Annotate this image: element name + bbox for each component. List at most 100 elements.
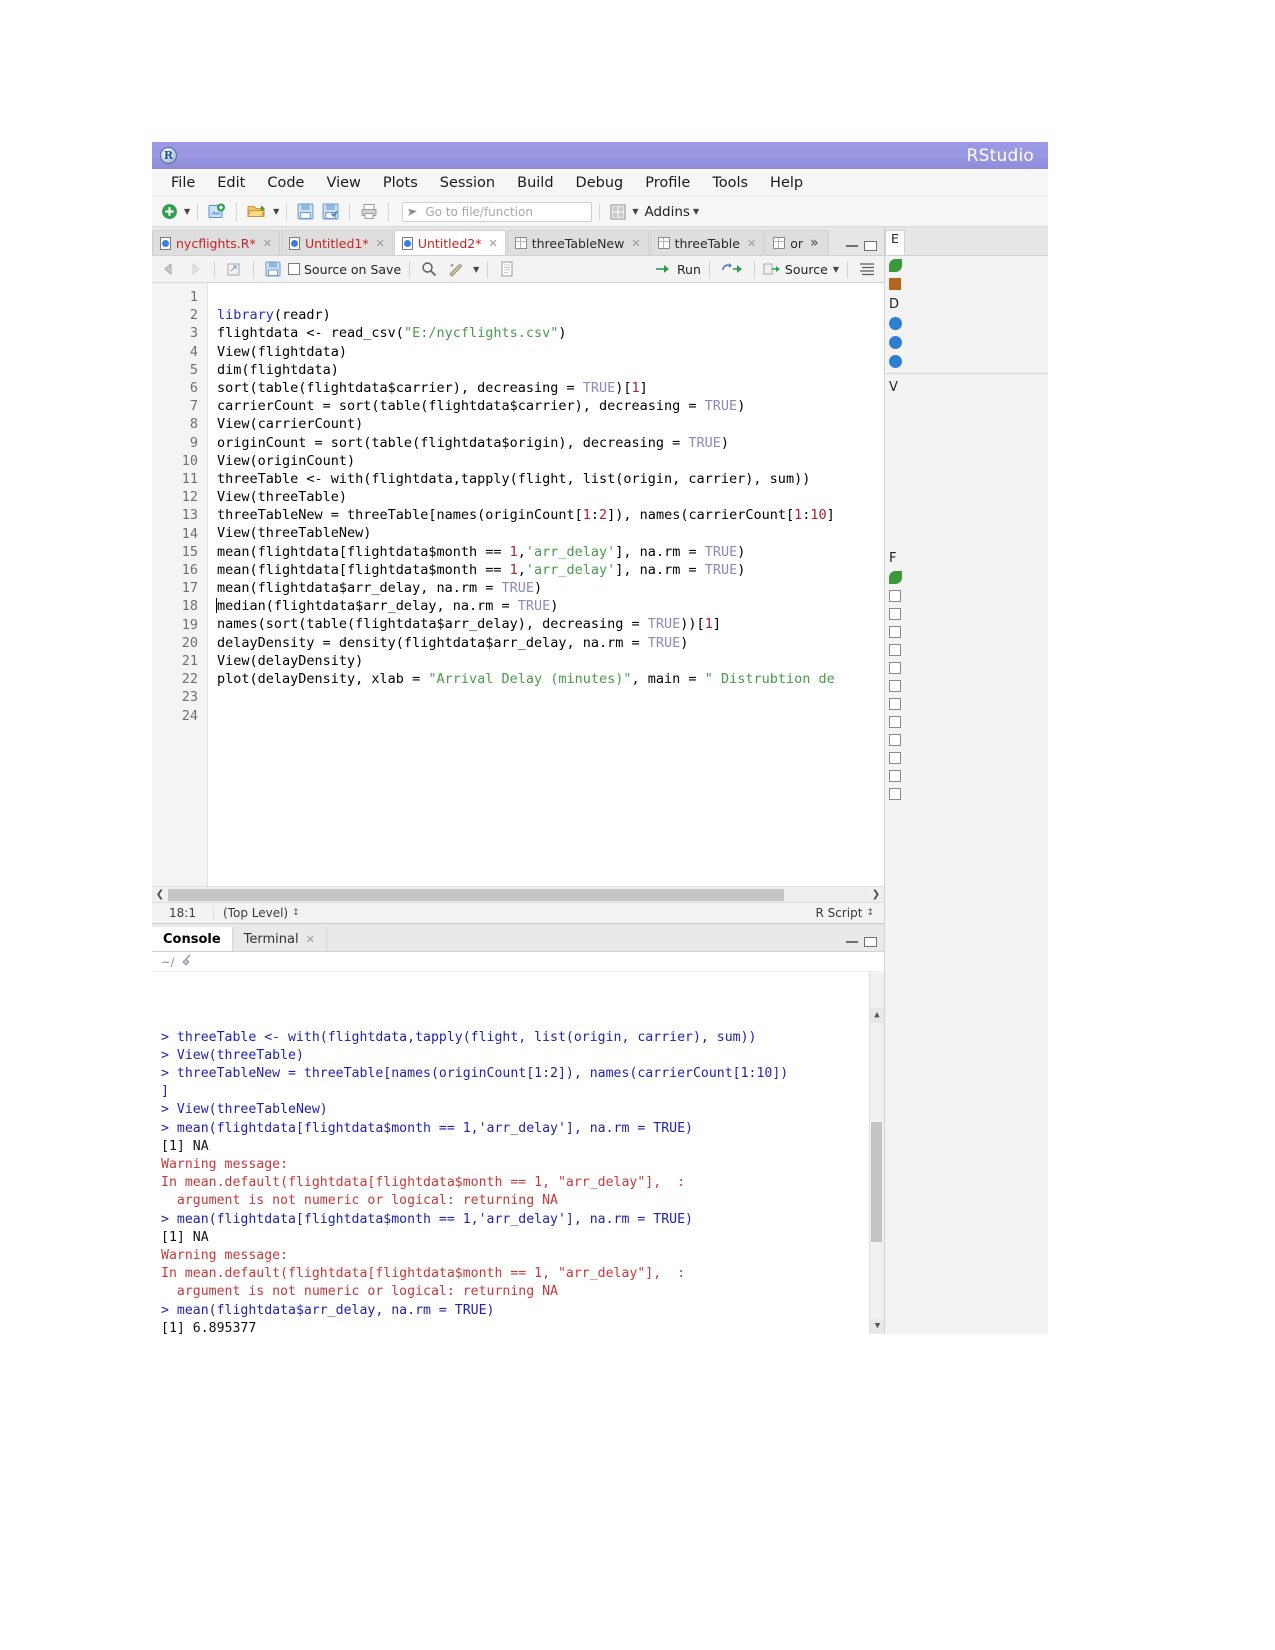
console-output[interactable]: ▲ ▼ > threeTable <- with(flightdata,tapp… [152, 972, 884, 1334]
code-line[interactable]: median(flightdata$arr_delay, na.rm = TRU… [217, 597, 884, 615]
code-line[interactable] [217, 688, 884, 706]
editor-tab-nycflights[interactable]: nycflights.R* ✕ [152, 230, 280, 255]
editor-tab-or[interactable]: or » [765, 230, 828, 255]
list-item[interactable] [885, 605, 1048, 623]
addins-caret-icon[interactable]: ▼ [693, 207, 699, 216]
tab-environment[interactable]: E [885, 230, 905, 255]
tab-terminal[interactable]: Terminal ✕ [233, 927, 327, 951]
back-arrow-icon[interactable] [158, 257, 180, 281]
maximize-pane-icon[interactable] [864, 937, 877, 947]
menu-debug[interactable]: Debug [565, 172, 635, 194]
compile-report-icon[interactable] [496, 257, 518, 281]
close-icon[interactable]: ✕ [631, 237, 640, 250]
broom-icon[interactable] [889, 259, 902, 272]
code-line[interactable]: plot(delayDensity, xlab = "Arrival Delay… [217, 670, 884, 688]
list-item[interactable] [885, 767, 1048, 785]
code-line[interactable]: sort(table(flightdata$carrier), decreasi… [217, 379, 884, 397]
scroll-thumb[interactable] [168, 889, 784, 901]
new-project-button[interactable] [205, 200, 229, 224]
show-in-new-window-icon[interactable] [223, 257, 245, 281]
menu-file[interactable]: File [160, 172, 206, 194]
editor-tab-threetable[interactable]: threeTable ✕ [650, 230, 765, 255]
code-line[interactable]: dim(flightdata) [217, 361, 884, 379]
goto-file-function-input[interactable]: Go to file/function [402, 202, 592, 222]
code-line[interactable] [217, 706, 884, 724]
editor-tab-untitled2[interactable]: Untitled2* ✕ [394, 230, 506, 255]
tab-console[interactable]: Console [152, 927, 233, 951]
menu-help[interactable]: Help [759, 172, 814, 194]
code-line[interactable]: threeTable <- with(flightdata,tapply(fli… [217, 470, 884, 488]
editor-tab-threetablenew[interactable]: threeTableNew ✕ [507, 230, 649, 255]
close-icon[interactable]: ✕ [747, 237, 756, 250]
close-icon[interactable]: ✕ [376, 237, 385, 250]
source-caret-icon[interactable]: ▼ [833, 265, 839, 274]
list-item[interactable] [885, 587, 1048, 605]
tab-overflow-icon[interactable]: » [808, 235, 821, 251]
list-item[interactable] [885, 623, 1048, 641]
rerun-icon[interactable] [718, 257, 746, 281]
new-file-dropdown-caret-icon[interactable]: ▼ [184, 207, 190, 216]
menu-build[interactable]: Build [506, 172, 564, 194]
code-text[interactable]: library(readr)flightdata <- read_csv("E:… [208, 283, 884, 886]
list-item[interactable] [885, 677, 1048, 695]
minimize-pane-icon[interactable] [846, 245, 858, 247]
forward-arrow-icon[interactable] [184, 257, 206, 281]
menu-plots[interactable]: Plots [372, 172, 429, 194]
code-line[interactable] [217, 288, 884, 306]
code-tools-caret-icon[interactable]: ▼ [473, 265, 479, 274]
scroll-thumb[interactable] [871, 1122, 882, 1242]
environment-item[interactable] [885, 333, 1048, 352]
code-line[interactable]: View(carrierCount) [217, 415, 884, 433]
document-type-selector[interactable]: R Script ↕ [815, 906, 884, 920]
close-icon[interactable]: ✕ [263, 237, 272, 250]
editor-tab-untitled1[interactable]: Untitled1* ✕ [281, 230, 393, 255]
console-vertical-scrollbar[interactable]: ▲ ▼ [869, 972, 884, 1334]
scroll-down-icon[interactable]: ▼ [870, 1319, 884, 1334]
code-line[interactable]: mean(flightdata[flightdata$month == 1,'a… [217, 543, 884, 561]
print-button[interactable] [357, 200, 381, 224]
list-item[interactable] [885, 749, 1048, 767]
scroll-right-icon[interactable]: ❯ [868, 889, 884, 900]
menu-edit[interactable]: Edit [206, 172, 256, 194]
list-item[interactable] [885, 641, 1048, 659]
save-button[interactable] [294, 200, 317, 224]
files-refresh-row[interactable] [885, 568, 1048, 587]
document-outline-icon[interactable] [856, 257, 878, 281]
list-item[interactable] [885, 785, 1048, 803]
code-line[interactable]: threeTableNew = threeTable[names(originC… [217, 506, 884, 524]
code-line[interactable]: View(threeTable) [217, 488, 884, 506]
environment-item[interactable] [885, 314, 1048, 333]
import-dataset-icon[interactable] [889, 278, 901, 290]
open-file-button[interactable] [244, 200, 270, 224]
menu-session[interactable]: Session [429, 172, 506, 194]
code-line[interactable]: library(readr) [217, 306, 884, 324]
broom-icon[interactable] [181, 954, 194, 970]
scroll-track[interactable] [168, 888, 868, 902]
menu-tools[interactable]: Tools [701, 172, 759, 194]
minimize-pane-icon[interactable] [846, 941, 858, 943]
code-line[interactable]: mean(flightdata$arr_delay, na.rm = TRUE) [217, 579, 884, 597]
run-button[interactable]: Run [655, 262, 701, 277]
open-file-dropdown-caret-icon[interactable]: ▼ [273, 207, 279, 216]
source-on-save-checkbox[interactable] [288, 263, 300, 275]
find-replace-button[interactable] [418, 257, 440, 281]
close-icon[interactable]: ✕ [488, 237, 497, 250]
menu-profile[interactable]: Profile [634, 172, 701, 194]
code-editor[interactable]: 123456789101112131415161718192021222324 … [152, 283, 884, 886]
new-file-button[interactable] [158, 200, 181, 224]
menu-view[interactable]: View [315, 172, 371, 194]
code-line[interactable]: View(delayDensity) [217, 652, 884, 670]
maximize-pane-icon[interactable] [864, 241, 877, 251]
scope-selector[interactable]: (Top Level) ↕ [214, 906, 300, 920]
code-line[interactable]: flightdata <- read_csv("E:/nycflights.cs… [217, 324, 884, 342]
save-document-button[interactable] [262, 257, 284, 281]
working-directory-label[interactable]: ~/ [161, 955, 175, 969]
code-line[interactable]: View(originCount) [217, 452, 884, 470]
scroll-left-icon[interactable]: ❮ [152, 889, 168, 900]
list-item[interactable] [885, 695, 1048, 713]
addins-button[interactable]: Addins [644, 204, 689, 220]
list-item[interactable] [885, 713, 1048, 731]
list-item[interactable] [885, 659, 1048, 677]
close-icon[interactable]: ✕ [306, 933, 315, 946]
code-line[interactable]: delayDensity = density(flightdata$arr_de… [217, 634, 884, 652]
